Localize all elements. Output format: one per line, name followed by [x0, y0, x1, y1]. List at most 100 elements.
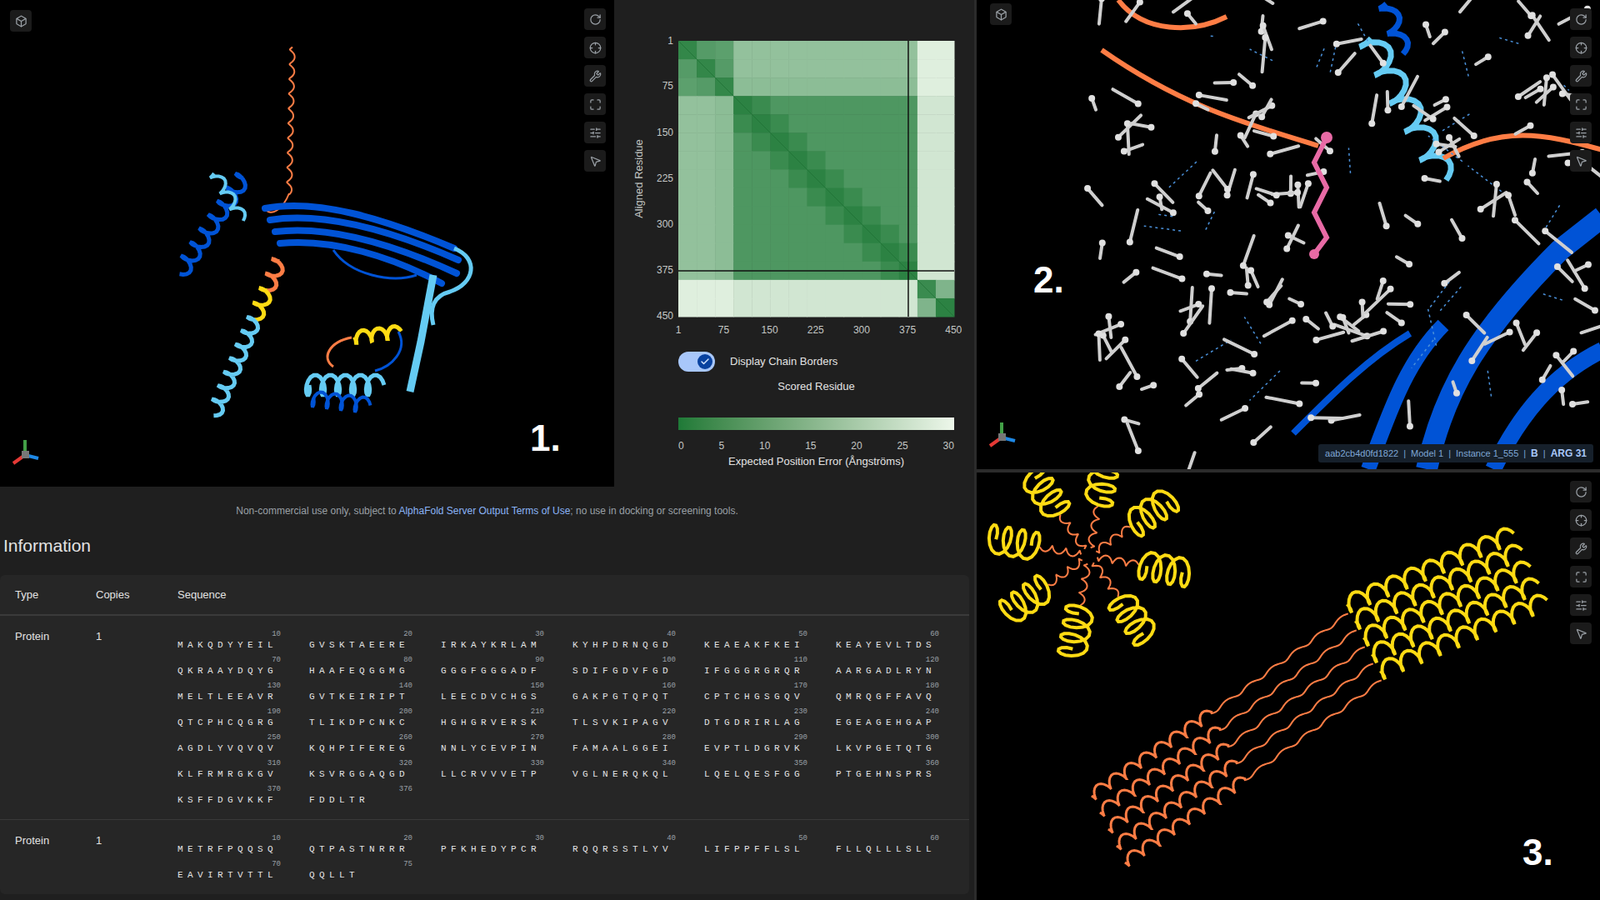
pae-cell: [788, 298, 808, 318]
terms-link[interactable]: AlphaFold Server Output Terms of Use: [398, 505, 570, 517]
chain-border-toggle[interactable]: [678, 351, 715, 372]
pae-cell: [917, 169, 937, 189]
pae-cell: [806, 243, 826, 263]
toolbar-button[interactable]: [584, 93, 606, 115]
sequence-group: 370KSFFDGVKKF: [177, 785, 285, 806]
pae-cell: [825, 188, 845, 208]
residue-letters: KEAYEVLTDS: [835, 639, 943, 651]
residue-letters: KSVRGGAQGD: [309, 768, 416, 780]
status-separator: |: [1543, 446, 1546, 460]
protein-structure: [0, 0, 615, 487]
pae-cell: [935, 59, 955, 79]
toolbar-button[interactable]: [1570, 622, 1592, 645]
residue-number: 376: [309, 785, 416, 795]
pae-cell: [880, 95, 900, 115]
residue-letters: LKVPGETQTG: [835, 742, 943, 755]
residue-letters: EAVIRTVTTL: [177, 869, 285, 881]
pae-cell: [751, 188, 771, 208]
pae-cell: [917, 280, 937, 300]
residue-letters: MELTLEEAVR: [177, 690, 285, 703]
residue-number: 250: [177, 733, 285, 743]
toolbar-button[interactable]: [1570, 594, 1592, 616]
pae-cell: [880, 298, 900, 318]
toolbar-button[interactable]: [1570, 565, 1592, 588]
toolbar-button[interactable]: [1570, 36, 1592, 59]
pae-cell: [696, 298, 716, 318]
residue-number: 80: [309, 655, 416, 665]
toolbar-button[interactable]: [1570, 121, 1592, 144]
pae-cell: [917, 114, 937, 134]
toolbar-button[interactable]: [1570, 8, 1592, 30]
pae-cell: [935, 225, 955, 245]
pae-cell: [770, 206, 790, 226]
viewer-menu-button[interactable]: [990, 3, 1012, 25]
status-separator: |: [1403, 446, 1406, 460]
pae-cell: [844, 77, 864, 97]
x-tick: 225: [807, 324, 825, 336]
structure-viewer[interactable]: 1.: [0, 0, 615, 487]
residue-number: 130: [177, 681, 285, 691]
pae-cell: [880, 77, 900, 97]
pae-cell: [733, 225, 753, 245]
viewer-menu-button[interactable]: [10, 10, 32, 32]
pae-cell: [715, 280, 735, 300]
pae-cell: [678, 188, 698, 208]
residue-number: 30: [440, 834, 548, 844]
legend-tick: 25: [896, 439, 908, 453]
pae-cell: [917, 132, 937, 152]
legend-title: Expected Position Error (Ångströms): [678, 454, 955, 470]
residue-number: 70: [177, 655, 285, 665]
residue-letters: FLLQLLLSLL: [835, 843, 943, 855]
center-icon: [589, 41, 602, 55]
residue-letters: QQLLT: [309, 869, 416, 881]
toolbar-button[interactable]: [1570, 93, 1592, 115]
pae-cell: [788, 150, 808, 170]
pae-cell: [696, 132, 716, 152]
residue-letters: LIFPPFFLSL: [704, 843, 811, 855]
toolbar-button[interactable]: [584, 8, 606, 30]
status-item: aab2cb4d0fd1822: [1325, 446, 1399, 460]
sequence-group: 75QQLLT: [309, 860, 416, 881]
toolbar-button[interactable]: [1570, 480, 1592, 503]
y-tick: 225: [656, 172, 674, 185]
residue-number: 270: [440, 733, 548, 743]
toolbar-button[interactable]: [1570, 150, 1592, 172]
toolbar-button[interactable]: [584, 121, 606, 144]
residue-number: 330: [440, 759, 548, 769]
pae-cell: [678, 132, 698, 152]
toolbar-button[interactable]: [1570, 509, 1592, 531]
sequence-group: 50LIFPPFFLSL: [704, 834, 811, 855]
pae-cell: [678, 243, 698, 263]
residue-number: 120: [835, 655, 943, 665]
status-separator: |: [1448, 446, 1451, 460]
residue-letters: CPTCHGSGQV: [704, 690, 811, 703]
pae-cell: [788, 280, 808, 300]
top-row: 1.Aligned Residue17515022530037545017515…: [0, 0, 975, 487]
sequence-group: 280FAMAALGGEI: [572, 733, 680, 755]
legend-tick: 5: [718, 439, 725, 453]
x-axis-title: Scored Residue: [678, 378, 955, 395]
toolbar-button[interactable]: [584, 65, 606, 87]
toolbar-button[interactable]: [584, 36, 606, 59]
pae-cell: [733, 40, 753, 60]
pae-cell: [806, 95, 826, 115]
pae-cell: [806, 59, 826, 79]
residue-number: 100: [572, 655, 680, 665]
structure-viewer-detail[interactable]: 2.aab2cb4d0fd1822|Model 1|Instance 1_555…: [976, 0, 1600, 470]
residue-number: 50: [704, 630, 811, 640]
toolbar-button[interactable]: [1570, 537, 1592, 560]
residue-number: 70: [177, 860, 285, 870]
residue-letters: IRKAYKRLAM: [440, 639, 548, 651]
legend-tick: 30: [943, 439, 955, 453]
pae-cell: [917, 40, 937, 60]
pae-cell: [678, 40, 698, 60]
toolbar-button[interactable]: [1570, 65, 1592, 87]
toolbar-button[interactable]: [584, 150, 606, 172]
pae-cell: [788, 114, 808, 134]
pae-cell: [788, 95, 808, 115]
residue-number: 140: [309, 681, 416, 691]
column-header: Sequence: [177, 586, 970, 604]
structure-viewer-assembly[interactable]: 3.: [976, 472, 1600, 900]
pae-cell: [825, 40, 845, 60]
pae-cell: [917, 188, 937, 208]
